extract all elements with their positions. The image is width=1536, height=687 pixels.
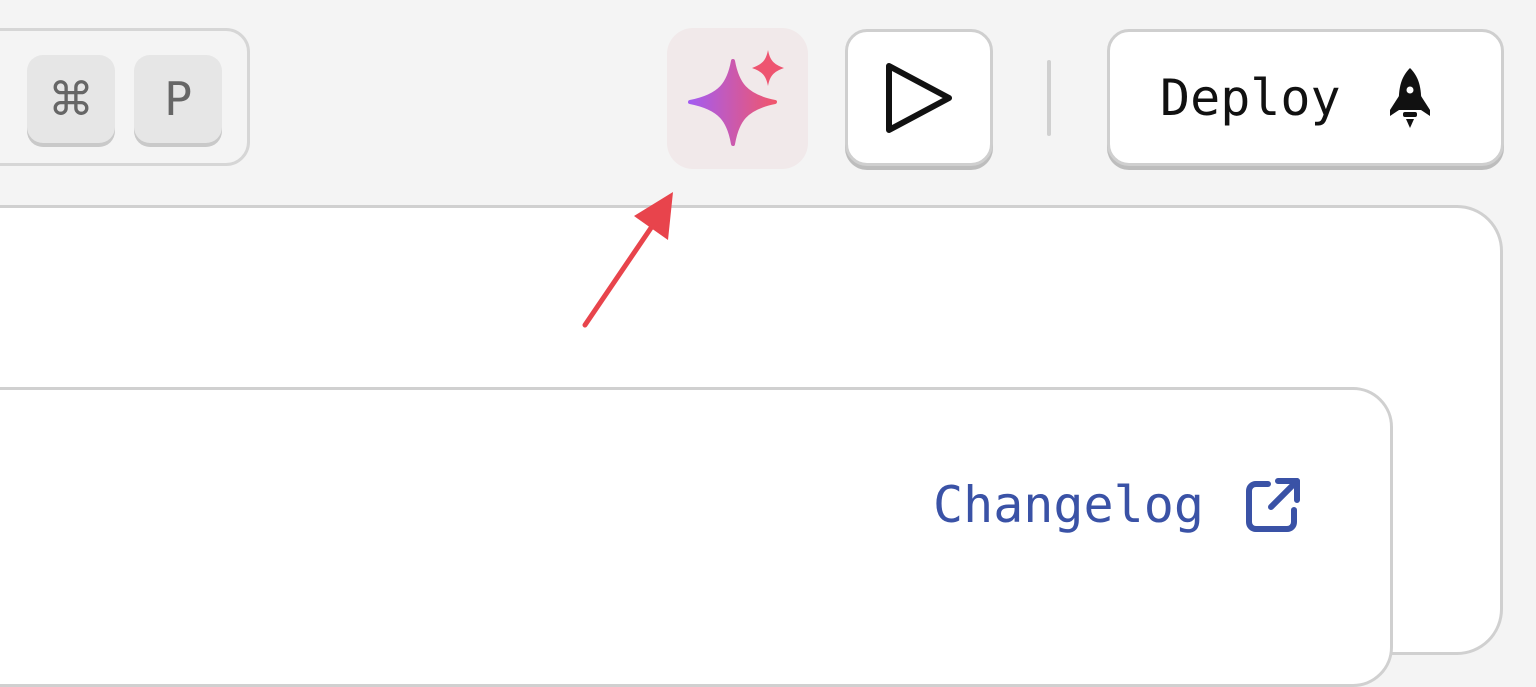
content-card	[0, 387, 1393, 687]
toolbar-divider	[1047, 60, 1051, 136]
sparkle-icon	[688, 50, 784, 146]
deploy-label: Deploy	[1160, 68, 1341, 127]
p-key: P	[134, 55, 222, 143]
ai-assistant-button[interactable]	[667, 28, 808, 169]
run-button[interactable]	[845, 29, 993, 166]
deploy-button[interactable]: Deploy	[1107, 29, 1504, 166]
play-icon	[886, 62, 952, 133]
command-palette-search[interactable]: ⌘ P	[0, 28, 250, 166]
rocket-icon	[1387, 66, 1433, 130]
changelog-link[interactable]: Changelog	[933, 476, 1302, 534]
external-link-icon	[1244, 476, 1302, 534]
command-key: ⌘	[27, 55, 115, 143]
changelog-label: Changelog	[933, 476, 1204, 534]
